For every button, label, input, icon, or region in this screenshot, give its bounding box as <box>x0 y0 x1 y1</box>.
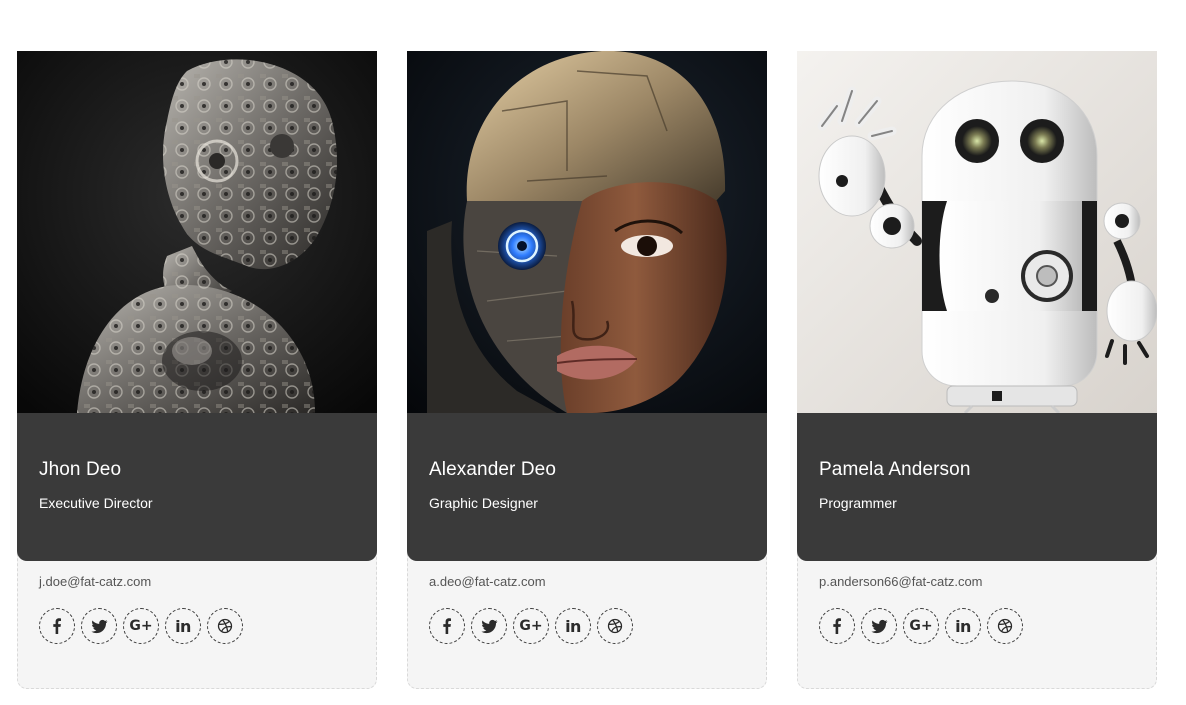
member-contact-panel: a.deo@fat-catz.com G+ in <box>407 541 767 689</box>
member-name: Jhon Deo <box>39 459 122 480</box>
member-role: Programmer <box>819 495 897 511</box>
member-info-panel: Pamela Anderson Programmer <box>797 413 1157 561</box>
google-plus-icon[interactable]: G+ <box>513 608 549 644</box>
team-card-jhon-deo: Jhon Deo Executive Director j.doe@fat-ca… <box>17 51 377 690</box>
dribbble-icon[interactable] <box>207 608 243 644</box>
twitter-icon[interactable] <box>861 608 897 644</box>
steampunk-robot-photo <box>17 51 377 413</box>
google-plus-icon[interactable]: G+ <box>123 608 159 644</box>
member-email[interactable]: j.doe@fat-catz.com <box>39 574 151 589</box>
linkedin-icon[interactable]: in <box>555 608 591 644</box>
member-contact-panel: j.doe@fat-catz.com G+ in <box>17 541 377 689</box>
member-info-panel: Jhon Deo Executive Director <box>17 413 377 561</box>
member-email[interactable]: p.anderson66@fat-catz.com <box>819 574 983 589</box>
dribbble-icon[interactable] <box>597 608 633 644</box>
google-plus-icon[interactable]: G+ <box>903 608 939 644</box>
facebook-icon[interactable] <box>39 608 75 644</box>
facebook-icon[interactable] <box>429 608 465 644</box>
facebook-icon[interactable] <box>819 608 855 644</box>
member-name: Pamela Anderson <box>819 459 971 480</box>
linkedin-icon[interactable]: in <box>165 608 201 644</box>
member-role: Graphic Designer <box>429 495 538 511</box>
team-card-alexander-deo: Alexander Deo Graphic Designer a.deo@fat… <box>407 51 767 690</box>
dribbble-icon[interactable] <box>987 608 1023 644</box>
member-contact-panel: p.anderson66@fat-catz.com G+ in <box>797 541 1157 689</box>
member-email[interactable]: a.deo@fat-catz.com <box>429 574 546 589</box>
twitter-icon[interactable] <box>81 608 117 644</box>
member-name: Alexander Deo <box>429 459 556 480</box>
member-role: Executive Director <box>39 495 153 511</box>
linkedin-icon[interactable]: in <box>945 608 981 644</box>
member-info-panel: Alexander Deo Graphic Designer <box>407 413 767 561</box>
team-card-pamela-anderson: Pamela Anderson Programmer p.anderson66@… <box>797 51 1157 690</box>
team-section: Jhon Deo Executive Director j.doe@fat-ca… <box>0 0 1186 705</box>
twitter-icon[interactable] <box>471 608 507 644</box>
white-robot-photo <box>797 51 1157 413</box>
cyborg-woman-photo <box>407 51 767 413</box>
